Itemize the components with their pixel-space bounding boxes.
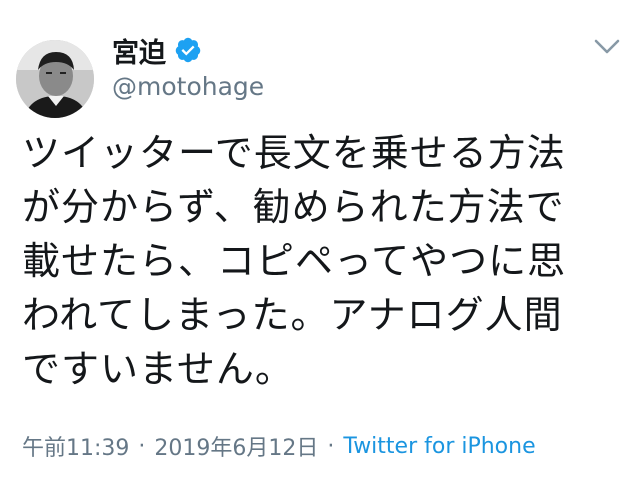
tweet-time[interactable]: 午前11:39 bbox=[22, 430, 129, 462]
meta-separator: · bbox=[138, 433, 146, 459]
chevron-down-icon[interactable] bbox=[592, 36, 622, 58]
user-info: 宮迫 @motohage bbox=[112, 30, 532, 110]
tweet-date[interactable]: 2019年6月12日 bbox=[154, 430, 318, 462]
tweet-source-link[interactable]: Twitter for iPhone bbox=[343, 434, 535, 459]
meta-separator: · bbox=[327, 433, 335, 459]
avatar[interactable] bbox=[16, 40, 94, 118]
verified-badge-icon bbox=[174, 36, 202, 64]
user-handle[interactable]: @motohage bbox=[112, 72, 532, 101]
display-name[interactable]: 宮迫 bbox=[112, 31, 166, 70]
tweet-text: ツイッターで長文を乗せる方法 が分からず、勧められた方法で 載せたら、コピペって… bbox=[22, 131, 567, 391]
name-row: 宮迫 bbox=[112, 30, 532, 70]
tweet-card: 宮迫 @motohage ツイッターで長文を乗せる方法 が分からず、勧められた方… bbox=[0, 0, 639, 486]
tweet-meta: 午前11:39 · 2019年6月12日 · Twitter for iPhon… bbox=[22, 430, 622, 462]
